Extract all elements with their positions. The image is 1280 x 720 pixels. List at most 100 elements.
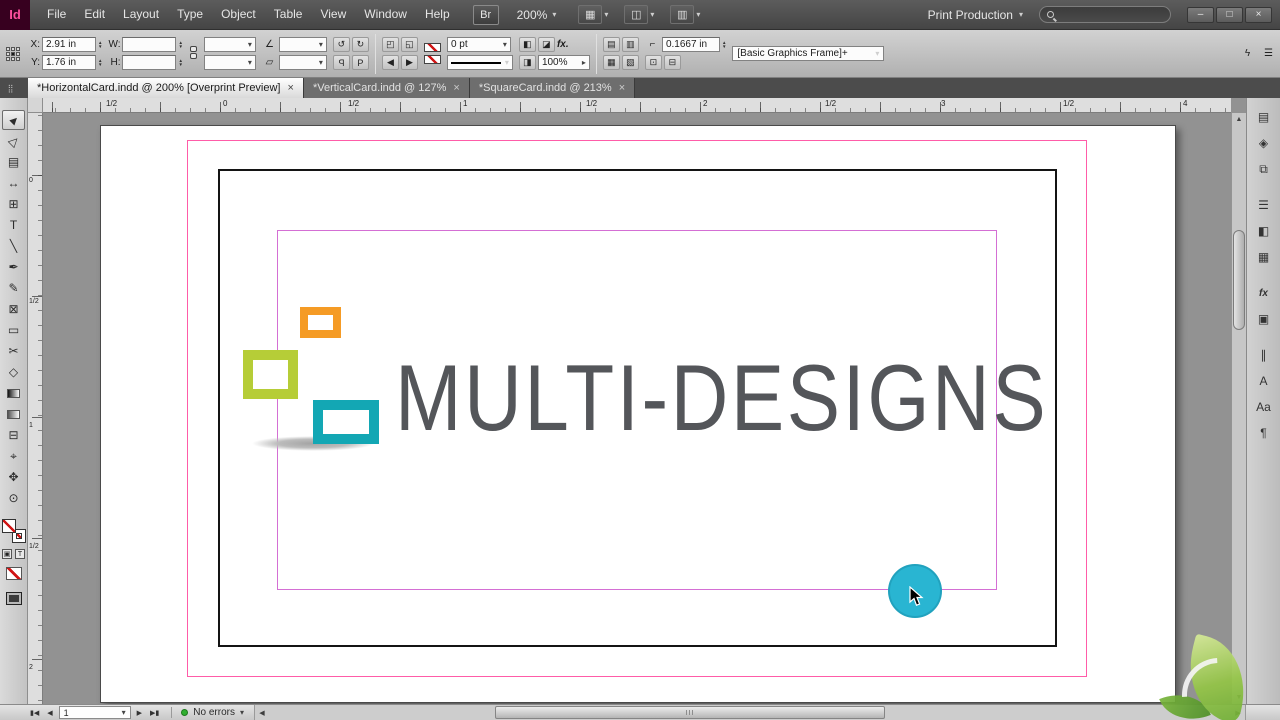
reference-point-proxy[interactable]	[6, 46, 20, 61]
rotation-angle-dropdown[interactable]: ▾	[278, 37, 327, 52]
next-page-button[interactable]: ▶	[133, 709, 146, 717]
menu-file[interactable]: File	[38, 0, 75, 29]
object-styles-panel[interactable]: ▣	[1252, 308, 1276, 330]
panel-menu-icon[interactable]: ☰	[1261, 46, 1276, 61]
type-tool[interactable]: T	[2, 215, 25, 235]
selection-tool[interactable]: ►	[2, 110, 25, 130]
stroke-color-swatch[interactable]	[423, 43, 441, 52]
rotate-cw-button[interactable]: ↻	[351, 37, 369, 52]
glyphs-panel[interactable]: Aa	[1252, 396, 1276, 418]
scroll-right-icon[interactable]: ▶	[1231, 705, 1245, 720]
pen-tool[interactable]: ✒	[2, 257, 25, 277]
swatches-panel[interactable]: ▦	[1252, 246, 1276, 268]
arrange-documents-button[interactable]: ▥	[670, 5, 695, 24]
document-canvas[interactable]: MULTI-DESIGNS	[43, 113, 1231, 704]
menu-edit[interactable]: Edit	[75, 0, 114, 29]
effects-menu[interactable]: fx.	[557, 39, 569, 50]
gap-tool[interactable]: ↔	[2, 173, 25, 193]
frame-fitting-button[interactable]: ⊡	[644, 55, 662, 70]
scroll-left-icon[interactable]: ◀	[255, 705, 269, 720]
logo-square-teal[interactable]	[313, 400, 379, 444]
menu-type[interactable]: Type	[168, 0, 212, 29]
zoom-tool[interactable]: ⊙	[2, 488, 25, 508]
select-previous-button[interactable]: ◀	[381, 55, 399, 70]
horizontal-scrollbar[interactable]: ◀ ▶	[253, 705, 1246, 720]
drop-shadow-button[interactable]: ◧	[518, 37, 536, 52]
corner-radius-field[interactable]: 0.1667 in	[661, 37, 720, 52]
minimize-button[interactable]: –	[1187, 6, 1214, 23]
tab-close-icon[interactable]: ×	[619, 82, 625, 94]
chevron-down-icon[interactable]: ▾	[604, 10, 608, 19]
zoom-level-dropdown[interactable]: 200% ▾	[511, 6, 563, 24]
stepper-icon[interactable]: ▲ ▼	[178, 58, 182, 67]
flip-vertical-button[interactable]: P	[351, 55, 369, 70]
bridge-button[interactable]: Br	[472, 4, 499, 25]
page-number-field[interactable]: 1 ▾	[58, 706, 131, 719]
logo-square-orange[interactable]	[300, 307, 341, 338]
stepper-icon[interactable]: ▲ ▼	[178, 40, 182, 49]
restore-button[interactable]: □	[1216, 6, 1243, 23]
document-tab[interactable]: *SquareCard.indd @ 213% ×	[469, 78, 636, 98]
panel-grip-icon[interactable]: ⣿	[5, 83, 16, 95]
formatting-affects-container-button[interactable]: ▣	[2, 549, 12, 559]
text-wrap-bounding-button[interactable]: ▥	[621, 37, 639, 52]
stepper-icon[interactable]: ▲ ▼	[98, 58, 102, 67]
chevron-down-icon[interactable]: ▾	[696, 10, 700, 19]
stepper-icon[interactable]: ▲ ▼	[722, 40, 726, 49]
vertical-scroll-thumb[interactable]	[1233, 230, 1245, 330]
page-tool[interactable]: ▤	[2, 152, 25, 172]
vertical-scrollbar[interactable]: ▲ ▼	[1231, 113, 1246, 704]
menu-table[interactable]: Table	[265, 0, 312, 29]
screen-mode-toggle[interactable]	[5, 592, 22, 605]
vertical-ruler[interactable]: 0 1/2 1 1/2 2	[28, 113, 43, 704]
horizontal-scroll-thumb[interactable]	[494, 706, 885, 719]
shear-angle-dropdown[interactable]: ▾	[278, 55, 327, 70]
fill-color-swatch[interactable]	[423, 55, 441, 64]
first-page-button[interactable]: ▮◀	[26, 709, 43, 717]
rectangle-frame-tool[interactable]: ⊠	[2, 299, 25, 319]
free-transform-tool[interactable]: ◇	[2, 362, 25, 382]
ruler-origin-corner[interactable]	[28, 98, 43, 113]
auto-fit-button[interactable]: ⊟	[663, 55, 681, 70]
x-position-field[interactable]: 2.91 in	[42, 37, 96, 52]
fill-stroke-widget[interactable]	[1, 519, 26, 543]
document-tab[interactable]: *HorizontalCard.indd @ 200% [Overprint P…	[28, 78, 304, 98]
pencil-tool[interactable]: ✎	[2, 278, 25, 298]
logo-wordmark[interactable]: MULTI-DESIGNS	[395, 351, 1048, 445]
align-panel[interactable]: ∥	[1252, 344, 1276, 366]
gradient-feather-tool[interactable]	[2, 404, 25, 424]
flip-horizontal-button[interactable]: P	[332, 55, 350, 70]
menu-window[interactable]: Window	[355, 0, 416, 29]
character-styles-panel[interactable]: A	[1252, 370, 1276, 392]
content-collector-tool[interactable]: ⊞	[2, 194, 25, 214]
paragraph-panel[interactable]: ¶	[1252, 422, 1276, 444]
search-input[interactable]	[1039, 6, 1171, 23]
view-options-button[interactable]: ▦	[578, 5, 603, 24]
last-page-button[interactable]: ▶▮	[146, 709, 163, 717]
tab-close-icon[interactable]: ×	[453, 82, 459, 94]
effects-panel[interactable]: fx	[1252, 282, 1276, 304]
gradient-swatch-tool[interactable]	[2, 383, 25, 403]
select-container-button[interactable]: ◰	[381, 37, 399, 52]
apply-none-button[interactable]	[5, 567, 22, 580]
constrain-proportions-icon[interactable]	[189, 46, 198, 61]
workspace-switcher[interactable]: Print Production ▾	[928, 8, 1023, 22]
transparency-button[interactable]: ◪	[537, 37, 555, 52]
scroll-up-icon[interactable]: ▲	[1236, 113, 1243, 126]
pages-panel[interactable]: ▤	[1252, 106, 1276, 128]
scissors-tool[interactable]: ✂	[2, 341, 25, 361]
layers-panel[interactable]: ◈	[1252, 132, 1276, 154]
stroke-panel[interactable]: ☰	[1252, 194, 1276, 216]
line-tool[interactable]: ╲	[2, 236, 25, 256]
quick-apply-icon[interactable]: ϟ	[1240, 46, 1255, 61]
text-wrap-object-button[interactable]: ▦	[602, 55, 620, 70]
chevron-down-icon[interactable]: ▾	[650, 10, 654, 19]
scroll-down-icon[interactable]: ▼	[1236, 691, 1243, 704]
y-position-field[interactable]: 1.76 in	[42, 55, 96, 70]
select-content-button[interactable]: ◱	[400, 37, 418, 52]
logo-square-green[interactable]	[243, 350, 298, 399]
horizontal-ruler[interactable]: 1/2 0 1/2 1 1/2 2 1/2 3 1/2 4	[43, 98, 1231, 113]
select-next-button[interactable]: ▶	[400, 55, 418, 70]
screen-mode-button[interactable]: ◫	[624, 5, 649, 24]
eyedropper-tool[interactable]: ⌖	[2, 446, 25, 466]
